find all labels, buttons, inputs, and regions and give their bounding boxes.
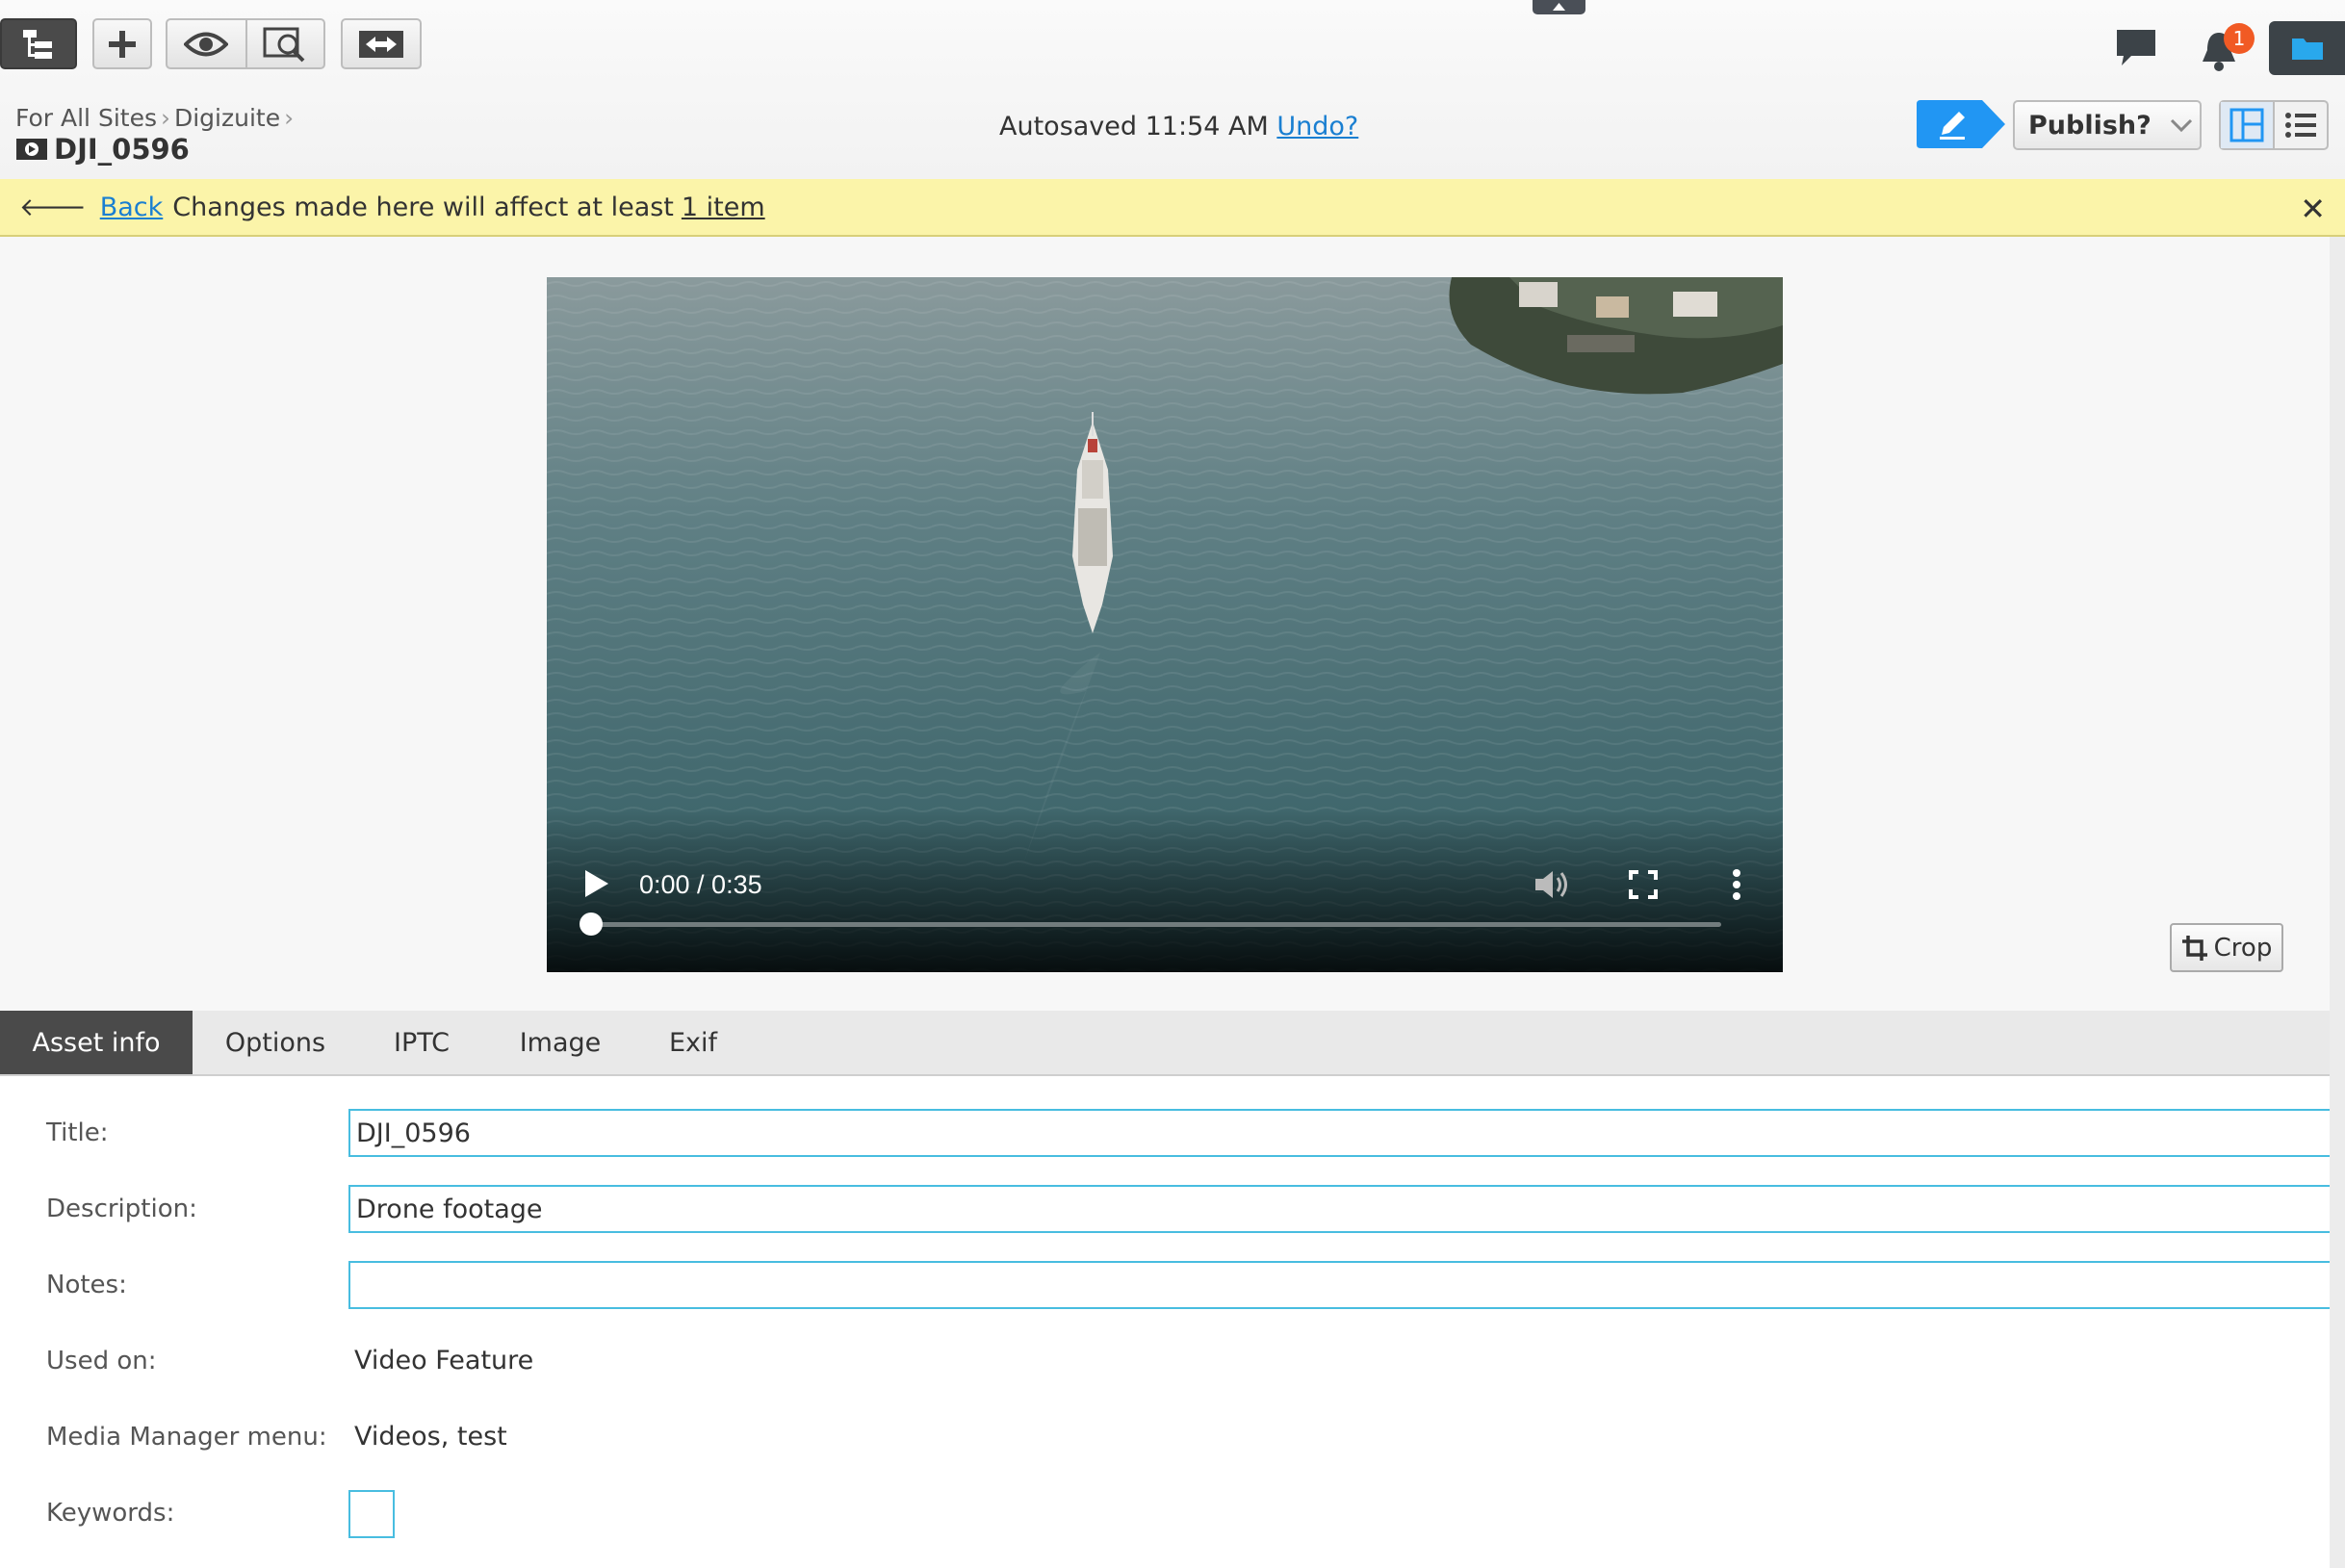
asset-name: DJI_0596 (54, 133, 190, 166)
tab-iptc[interactable]: IPTC (375, 1011, 468, 1074)
notice-banner: 🡐 Back Changes made here will affect at … (0, 179, 2345, 237)
undo-link[interactable]: Undo? (1276, 112, 1358, 141)
used-on-value: Video Feature (354, 1346, 534, 1375)
affected-items-link[interactable]: 1 item (682, 193, 765, 222)
tab-exif[interactable]: Exif (657, 1011, 730, 1074)
list-view-button[interactable] (2275, 102, 2327, 148)
view-mode-toggle (2219, 100, 2329, 150)
title-field[interactable]: DJI_0596 (348, 1109, 2332, 1157)
asset-title: DJI_0596 (15, 133, 190, 166)
media-preview-area: 0:00 / 0:35 Crop (0, 237, 2345, 1011)
breadcrumb-item-digizuite[interactable]: Digizuite (174, 104, 280, 132)
publish-dropdown[interactable]: Publish? (2013, 100, 2202, 150)
media-manager-menu-value: Videos, test (354, 1422, 507, 1452)
notification-count: 1 (2232, 27, 2246, 50)
crop-icon (2181, 935, 2207, 961)
notes-field[interactable] (348, 1261, 2332, 1309)
close-icon[interactable]: ✕ (2300, 191, 2326, 227)
asset-tabs: Asset info Options IPTC Image Exif (0, 1011, 2330, 1076)
back-link[interactable]: Back (100, 193, 164, 222)
crop-button[interactable]: Crop (2170, 923, 2283, 972)
video-seek-handle[interactable] (580, 913, 603, 936)
scrollbar[interactable] (2330, 237, 2345, 1568)
notes-label: Notes: (46, 1271, 127, 1299)
tab-options[interactable]: Options (210, 1011, 341, 1074)
chevron-right-icon: › (160, 104, 170, 132)
title-label: Title: (46, 1118, 109, 1147)
split-view-button[interactable] (2221, 102, 2275, 148)
asset-info-form: Title: DJI_0596 Description: Drone foota… (0, 1076, 2345, 1568)
autosave-text: Autosaved 11:54 AM (999, 112, 1269, 141)
arrow-left-icon: 🡐 (19, 193, 87, 222)
add-button[interactable] (92, 18, 152, 69)
keywords-input[interactable] (348, 1490, 395, 1538)
list-icon (2285, 113, 2316, 138)
preview-button[interactable] (168, 20, 247, 67)
video-seek-bar[interactable] (591, 922, 1721, 927)
volume-icon[interactable] (1533, 868, 1571, 901)
comments-button[interactable] (2114, 27, 2158, 73)
notification-badge: 1 (2224, 23, 2255, 54)
keywords-label: Keywords: (46, 1499, 175, 1528)
folder-icon (2291, 39, 2323, 60)
breadcrumb-item-for-all-sites[interactable]: For All Sites (15, 104, 157, 132)
preview-search-icon (263, 27, 305, 62)
publish-label: Publish? (2028, 110, 2152, 141)
breadcrumb: For All Sites › Digizuite › (15, 104, 297, 132)
comment-icon (2117, 30, 2155, 65)
chevron-right-icon: › (284, 104, 295, 132)
play-icon[interactable] (581, 868, 610, 899)
tab-image[interactable]: Image (506, 1011, 614, 1074)
pencil-icon (1917, 100, 2005, 148)
split-layout-icon (2229, 108, 2264, 142)
notifications-button[interactable]: 1 (2197, 23, 2255, 77)
tree-view-button[interactable] (0, 18, 77, 69)
autosave-status: Autosaved 11:54 AM Undo? (999, 112, 1358, 141)
video-controls: 0:00 / 0:35 (547, 809, 1783, 972)
eye-icon (184, 32, 229, 56)
plus-icon (109, 30, 136, 58)
tree-icon (23, 29, 52, 59)
edit-mode-button[interactable] (1917, 100, 2005, 148)
compare-button[interactable] (341, 18, 422, 69)
video-player[interactable]: 0:00 / 0:35 (547, 277, 1783, 972)
top-toolbar: 1 For All Sites › Digizuite › DJI_0596 Auto… (0, 0, 2345, 181)
video-timecode: 0:00 / 0:35 (639, 870, 762, 899)
description-field[interactable]: Drone footage (348, 1185, 2332, 1233)
used-on-label: Used on: (46, 1347, 157, 1375)
tab-asset-info[interactable]: Asset info (0, 1011, 193, 1074)
media-manager-menu-label: Media Manager menu: (46, 1423, 327, 1452)
video-asset-icon (16, 139, 47, 160)
preview-button-group (166, 18, 325, 69)
compare-arrows-icon (359, 30, 403, 58)
description-label: Description: (46, 1195, 197, 1223)
panel-pull-tab[interactable] (1533, 0, 1585, 14)
preview-search-button[interactable] (247, 20, 323, 67)
chevron-down-icon (2170, 118, 2192, 133)
crop-label: Crop (2213, 933, 2273, 963)
chevron-up-icon (1553, 3, 1565, 11)
asset-browser-button[interactable] (2269, 21, 2345, 75)
fullscreen-icon[interactable] (1629, 870, 1658, 899)
more-options-icon[interactable] (1731, 868, 1742, 901)
notice-message: Changes made here will affect at least (172, 192, 674, 222)
